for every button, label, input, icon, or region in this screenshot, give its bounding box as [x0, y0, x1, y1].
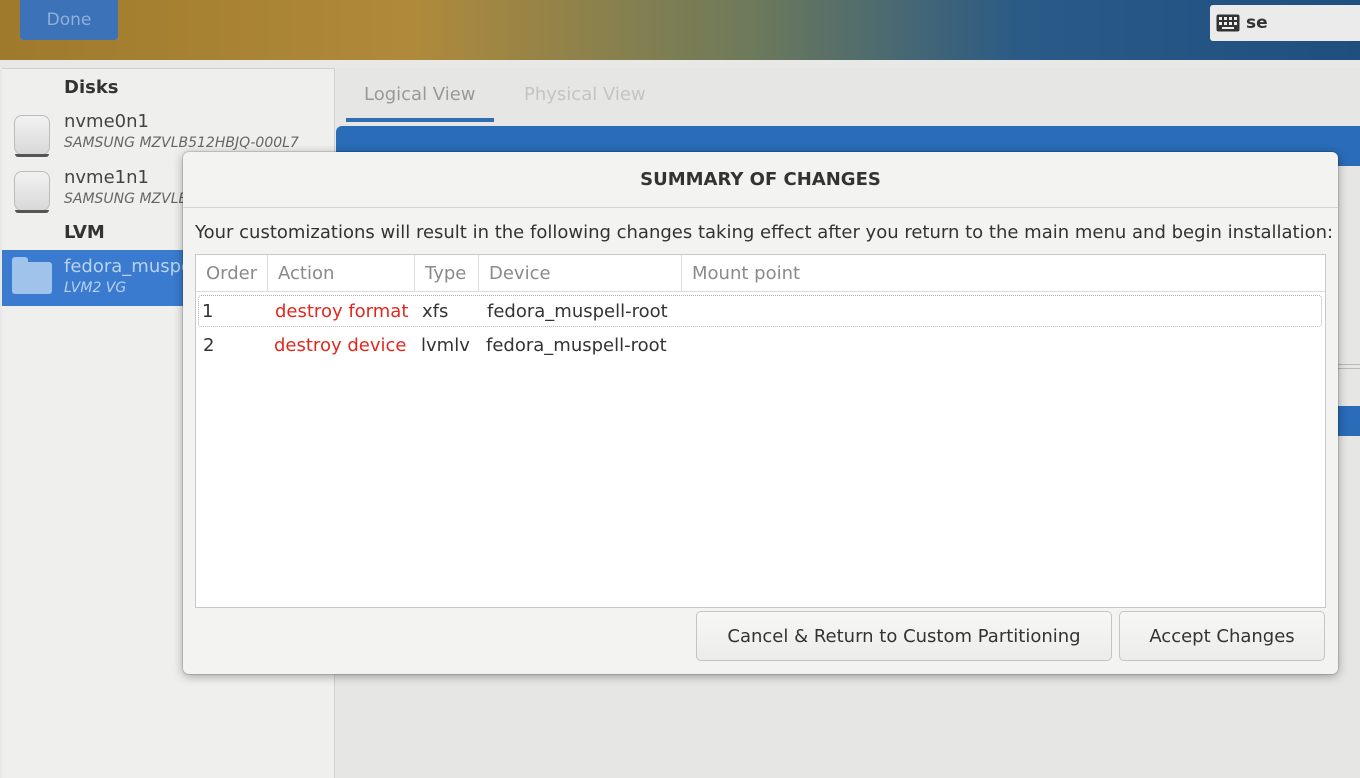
disks-heading: Disks	[64, 77, 119, 98]
volume-group-description: LVM2 VG	[64, 280, 127, 296]
cell-order: 2	[203, 334, 215, 356]
divider	[1336, 368, 1360, 369]
cell-device: fedora_muspell-root	[487, 300, 668, 322]
column-header-order[interactable]: Order	[196, 255, 268, 292]
cell-device: fedora_muspell-root	[486, 334, 667, 356]
table-header: Order Action Type Device Mount point	[196, 255, 1325, 292]
disk-description: SAMSUNG MZVLB512HBJQ-000L7	[64, 135, 299, 151]
header-bar: Done se	[0, 0, 1360, 60]
cell-action: destroy device	[274, 334, 407, 356]
column-header-mount-point[interactable]: Mount point	[682, 255, 1325, 292]
disk-name: nvme1n1	[64, 167, 149, 188]
divider	[1336, 364, 1360, 365]
keyboard-layout-label: se	[1246, 13, 1268, 33]
cancel-return-button[interactable]: Cancel & Return to Custom Partitioning	[696, 611, 1112, 661]
column-header-action[interactable]: Action	[268, 255, 415, 292]
disk-name: nvme0n1	[64, 111, 149, 132]
table-row[interactable]: 1 destroy format xfs fedora_muspell-root	[198, 295, 1322, 327]
done-button[interactable]: Done	[20, 0, 118, 40]
table-row[interactable]: 2 destroy device lvmlv fedora_muspell-ro…	[198, 330, 1322, 362]
keyboard-layout-indicator[interactable]: se	[1210, 5, 1360, 41]
accept-changes-button[interactable]: Accept Changes	[1119, 611, 1325, 661]
cell-type: xfs	[422, 300, 449, 322]
cell-action: destroy format	[275, 300, 409, 322]
lvm-heading: LVM	[64, 222, 105, 243]
summary-of-changes-dialog: SUMMARY OF CHANGES Your customizations w…	[183, 152, 1338, 674]
dialog-message: Your customizations will result in the f…	[195, 222, 1334, 243]
folder-icon	[12, 257, 52, 294]
changes-table: Order Action Type Device Mount point 1 d…	[195, 254, 1326, 608]
cell-order: 1	[202, 300, 214, 322]
selection-highlight	[1336, 406, 1360, 436]
hard-disk-icon	[14, 115, 50, 157]
cell-type: lvmlv	[421, 334, 470, 356]
dialog-title: SUMMARY OF CHANGES	[183, 152, 1338, 208]
hard-disk-icon	[14, 171, 50, 213]
tab-physical-view[interactable]: Physical View	[524, 84, 646, 105]
keyboard-icon	[1216, 14, 1240, 32]
active-tab-indicator	[346, 118, 494, 122]
tab-logical-view[interactable]: Logical View	[364, 84, 476, 105]
column-header-device[interactable]: Device	[479, 255, 682, 292]
column-header-type[interactable]: Type	[415, 255, 479, 292]
volume-group-name: fedora_muspell	[64, 256, 203, 277]
